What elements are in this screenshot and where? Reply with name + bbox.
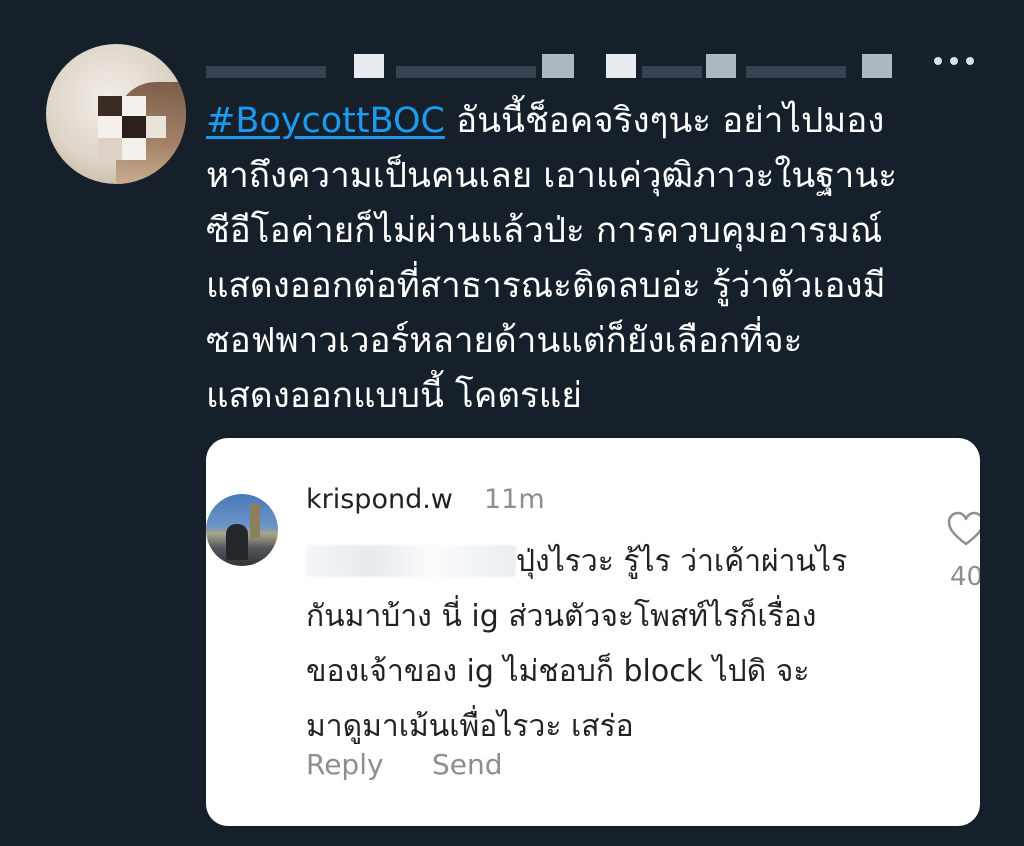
like-count: 40 (950, 562, 980, 592)
tweet-line: #BoycottBOC อันนี้ช็อคจริงๆนะ อย่าไปมอง (206, 94, 986, 149)
redacted-mention (306, 545, 516, 577)
comment-time: 11m (484, 484, 545, 515)
redaction-block (542, 54, 574, 78)
reply-button[interactable]: Reply (306, 748, 384, 781)
more-options-icon[interactable] (930, 50, 980, 70)
send-button[interactable]: Send (432, 748, 503, 781)
tweet-line: แสดงออกแบบนี้ โคตรแย่ (206, 376, 582, 416)
tweet-line: ซีอีโอค่ายก็ไม่ผ่านแล้วป่ะ การควบคุมอารม… (206, 211, 883, 251)
tweet-text: #BoycottBOC อันนี้ช็อคจริงๆนะ อย่าไปมอง … (206, 94, 986, 424)
tweet-line: หาถึงความเป็นคนเลย เอาแค่วุฒิภาวะในฐานะ (206, 156, 898, 196)
avatar-pixel-block (98, 138, 122, 160)
heart-icon[interactable] (946, 510, 980, 550)
redaction-block (642, 66, 702, 78)
comment-line: ของเจ้าของ ig ไม่ชอบก็ block ไปดิ จะ (306, 654, 810, 689)
avatar-pixel-block (146, 116, 166, 138)
redaction-block (354, 54, 384, 78)
comment-line: กันมาบ้าง นี่ ig ส่วนตัวจะโพสท์ไรก็เรื่อ… (306, 599, 817, 634)
hashtag-link[interactable]: #BoycottBOC (206, 101, 445, 141)
redaction-block (606, 54, 636, 78)
avatar-pixel-block (122, 116, 146, 138)
tweet-line-text: อันนี้ช็อคจริงๆนะ อย่าไปมอง (444, 101, 885, 141)
tweet-line: ซอฟพาวเวอร์หลายด้านแต่ก็ยังเลือกที่จะ (206, 321, 803, 361)
avatar-person-shape (226, 524, 248, 560)
avatar-pixel-block (98, 116, 122, 138)
redaction-block (206, 66, 326, 78)
dot (966, 57, 974, 65)
dot (934, 57, 942, 65)
redaction-block (396, 66, 536, 78)
attached-image-card[interactable]: krispond.w 11m ปุ่งไรวะ รู้ไร ว่าเค้าผ่า… (206, 438, 980, 826)
author-avatar[interactable] (46, 44, 186, 184)
avatar-pixel-block (98, 96, 122, 116)
avatar-pixel-block (122, 96, 146, 116)
redaction-block (706, 54, 736, 78)
commenter-username[interactable]: krispond.w (306, 484, 453, 515)
author-name-redacted[interactable] (206, 40, 906, 84)
avatar-tower-shape (250, 504, 260, 538)
comment-text: ปุ่งไรวะ รู้ไร ว่าเค้าผ่านไร กันมาบ้าง น… (306, 534, 946, 754)
redaction-block (746, 66, 846, 78)
comment-line: ปุ่งไรวะ รู้ไร ว่าเค้าผ่านไร (306, 534, 946, 589)
dot (950, 57, 958, 65)
comment-line-text: ปุ่งไรวะ รู้ไร ว่าเค้าผ่านไร (516, 544, 848, 579)
comment-line: มาดูมาเม้นเพื่อไรวะ เสร่อ (306, 709, 634, 744)
redaction-block (862, 54, 892, 78)
avatar-pixel-block (122, 138, 146, 160)
tweet-line: แสดงออกต่อที่สาธารณะติดลบอ่ะ รู้ว่าตัวเอ… (206, 266, 886, 306)
commenter-avatar[interactable] (206, 494, 278, 566)
